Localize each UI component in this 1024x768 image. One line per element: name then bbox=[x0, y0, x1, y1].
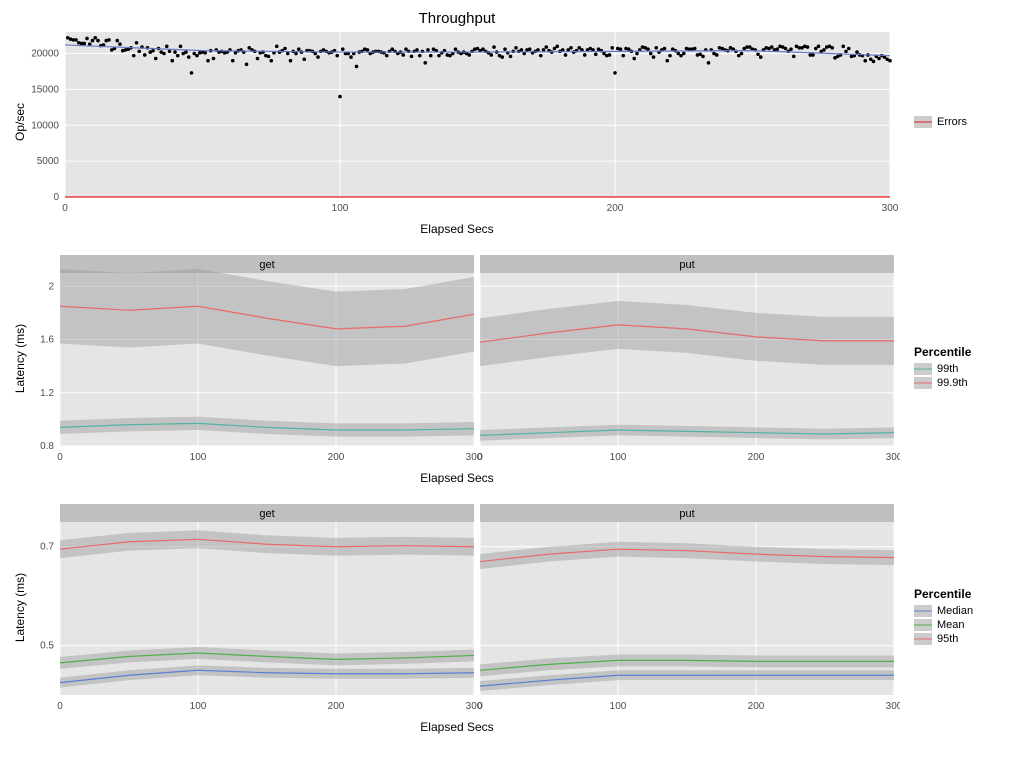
legend-title-low: Percentile bbox=[914, 587, 1014, 601]
svg-text:0.7: 0.7 bbox=[40, 542, 54, 553]
legend-item-999th: 99.9th bbox=[914, 377, 1014, 389]
svg-text:10000: 10000 bbox=[31, 120, 59, 131]
svg-text:300: 300 bbox=[886, 452, 900, 463]
latency-low-legend: Percentile Median Mean 95th bbox=[904, 587, 1014, 647]
svg-text:200: 200 bbox=[607, 203, 624, 214]
svg-text:Latency (ms): Latency (ms) bbox=[13, 324, 27, 393]
svg-text:20000: 20000 bbox=[31, 49, 59, 60]
latency-high-chart: Latency (ms) get 0.8 1.2 1.6 2 0 100 200 300 put 0 1… bbox=[10, 251, 900, 466]
svg-text:200: 200 bbox=[328, 452, 345, 463]
svg-text:0: 0 bbox=[57, 701, 63, 712]
svg-text:200: 200 bbox=[748, 701, 765, 712]
svg-text:get: get bbox=[259, 508, 274, 520]
svg-text:200: 200 bbox=[748, 452, 765, 463]
legend-title-high: Percentile bbox=[914, 345, 1014, 359]
svg-text:100: 100 bbox=[610, 701, 627, 712]
legend-item-median: Median bbox=[914, 605, 1014, 617]
throughput-xlabel: Elapsed Secs bbox=[10, 222, 904, 236]
svg-text:1.2: 1.2 bbox=[40, 388, 54, 399]
svg-text:0: 0 bbox=[477, 701, 483, 712]
latency-low-chart: Latency (ms) get 0.5 0.7 0 100 200 300 put 0 100 20… bbox=[10, 500, 900, 715]
svg-text:300: 300 bbox=[886, 701, 900, 712]
svg-text:0: 0 bbox=[53, 192, 59, 203]
throughput-chart: 0 5000 10000 15000 20000 0 100 200 300 Op/sec bbox=[10, 27, 900, 217]
svg-text:get: get bbox=[259, 259, 274, 271]
svg-text:100: 100 bbox=[190, 701, 207, 712]
svg-text:300: 300 bbox=[882, 203, 899, 214]
throughput-title: Throughput bbox=[10, 10, 904, 27]
svg-text:2: 2 bbox=[48, 281, 54, 292]
svg-text:200: 200 bbox=[328, 701, 345, 712]
latency-high-legend: Percentile 99th 99.9th bbox=[904, 345, 1014, 391]
legend-item-95th: 95th bbox=[914, 633, 1014, 645]
svg-text:put: put bbox=[679, 259, 694, 271]
throughput-legend: Errors bbox=[904, 116, 1014, 130]
legend-item-errors: Errors bbox=[914, 116, 1014, 128]
svg-text:100: 100 bbox=[610, 452, 627, 463]
svg-text:0: 0 bbox=[62, 203, 68, 214]
svg-text:Latency (ms): Latency (ms) bbox=[13, 573, 27, 642]
legend-label-errors: Errors bbox=[937, 116, 967, 128]
legend-item-99th: 99th bbox=[914, 363, 1014, 375]
latency-low-xlabel: Elapsed Secs bbox=[10, 720, 904, 734]
svg-text:5000: 5000 bbox=[37, 156, 60, 167]
svg-text:15000: 15000 bbox=[31, 84, 59, 95]
svg-text:0.5: 0.5 bbox=[40, 641, 54, 652]
legend-item-mean: Mean bbox=[914, 619, 1014, 631]
latency-high-xlabel: Elapsed Secs bbox=[10, 471, 904, 485]
svg-text:Op/sec: Op/sec bbox=[13, 103, 27, 141]
svg-text:put: put bbox=[679, 508, 694, 520]
latency-low-panel: Latency (ms) get 0.5 0.7 0 100 200 300 put 0 100 20… bbox=[10, 500, 1014, 734]
latency-high-panel: Latency (ms) get 0.8 1.2 1.6 2 0 100 200 300 put 0 1… bbox=[10, 251, 1014, 485]
svg-text:0.8: 0.8 bbox=[40, 441, 54, 452]
svg-text:0: 0 bbox=[477, 452, 483, 463]
svg-text:100: 100 bbox=[190, 452, 207, 463]
svg-text:1.6: 1.6 bbox=[40, 335, 54, 346]
svg-text:100: 100 bbox=[332, 203, 349, 214]
svg-text:0: 0 bbox=[57, 452, 63, 463]
throughput-panel: Throughput 0 5000 10000 15000 20000 0 100 200 30… bbox=[10, 10, 1014, 236]
